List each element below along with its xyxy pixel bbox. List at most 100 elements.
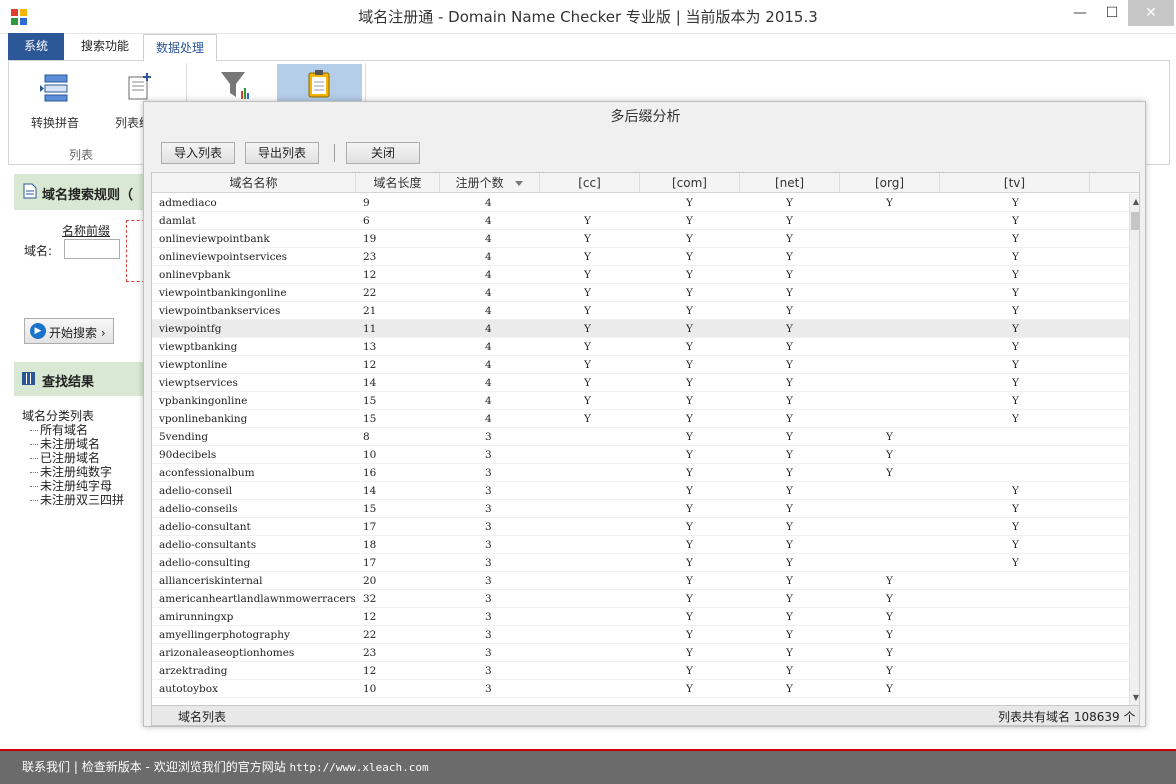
table-row[interactable]: americanheartlandlawnmowerracers 32 3 Y Y Y bbox=[152, 590, 1129, 608]
domain-input[interactable] bbox=[64, 239, 120, 259]
scroll-up-icon[interactable]: ▲ bbox=[1130, 196, 1139, 208]
cell-org: Y bbox=[886, 593, 893, 605]
table-row[interactable]: viewpointbankservices 21 4 Y Y Y Y bbox=[152, 302, 1129, 320]
close-dialog-button[interactable]: 关闭 bbox=[346, 142, 420, 164]
clipboard-button[interactable] bbox=[277, 64, 362, 102]
tree-item-all-domains[interactable]: 所有域名 bbox=[22, 423, 124, 437]
table-row[interactable]: aconfessionalbum 16 3 Y Y Y bbox=[152, 464, 1129, 482]
table-row[interactable]: adelio-consultant 17 3 Y Y Y bbox=[152, 518, 1129, 536]
cell-com: Y bbox=[686, 683, 693, 695]
scroll-down-icon[interactable]: ▼ bbox=[1130, 692, 1139, 704]
cell-name: amirunningxp bbox=[159, 611, 234, 623]
tree-item-unregistered-pinyin[interactable]: 未注册双三四拼 bbox=[22, 493, 124, 507]
cell-cc: Y bbox=[584, 233, 591, 245]
cell-com: Y bbox=[686, 557, 693, 569]
contact-us-link[interactable]: 联系我们 bbox=[22, 760, 70, 774]
tab-search-functions[interactable]: 搜索功能 bbox=[70, 33, 140, 60]
table-row[interactable]: onlineviewpointbank 19 4 Y Y Y Y bbox=[152, 230, 1129, 248]
table-row[interactable]: vponlinebanking 15 4 Y Y Y Y bbox=[152, 410, 1129, 428]
tree-item-unregistered[interactable]: 未注册域名 bbox=[22, 437, 124, 451]
table-row[interactable]: 5vending 8 3 Y Y Y bbox=[152, 428, 1129, 446]
cell-cc: Y bbox=[584, 395, 591, 407]
column-header-org[interactable]: [org] bbox=[840, 173, 940, 193]
table-row[interactable]: adelio-consulting 17 3 Y Y Y bbox=[152, 554, 1129, 572]
cell-count: 3 bbox=[485, 575, 492, 587]
cell-net: Y bbox=[786, 395, 793, 407]
tree-item-unregistered-numeric[interactable]: 未注册纯数字 bbox=[22, 465, 124, 479]
cell-tv: Y bbox=[1012, 521, 1019, 533]
table-row[interactable]: adelio-consultants 18 3 Y Y Y bbox=[152, 536, 1129, 554]
table-row[interactable]: viewpointbankingonline 22 4 Y Y Y Y bbox=[152, 284, 1129, 302]
table-row[interactable]: arizonaleaseoptionhomes 23 3 Y Y Y bbox=[152, 644, 1129, 662]
cell-name: adelio-consultants bbox=[159, 539, 257, 551]
minimize-button[interactable]: — bbox=[1064, 0, 1096, 26]
maximize-button[interactable]: ☐ bbox=[1096, 0, 1128, 26]
status-bar: 联系我们 | 检查新版本 - 欢迎浏览我们的官方网站 http://www.xl… bbox=[0, 749, 1176, 784]
table-row[interactable]: damlat 6 4 Y Y Y Y bbox=[152, 212, 1129, 230]
cell-net: Y bbox=[786, 251, 793, 263]
table-row[interactable]: viewpointfg 11 4 Y Y Y Y bbox=[152, 320, 1129, 338]
table-row[interactable]: 90decibels 10 3 Y Y Y bbox=[152, 446, 1129, 464]
column-header-cc[interactable]: [cc] bbox=[540, 173, 640, 193]
column-header-com[interactable]: [com] bbox=[640, 173, 740, 193]
cell-net bbox=[786, 698, 796, 705]
cell-tv: Y bbox=[1012, 359, 1019, 371]
column-header-domain-name[interactable]: 域名名称 bbox=[152, 173, 356, 193]
cell-net: Y bbox=[786, 593, 793, 605]
cell-len: 23 bbox=[363, 251, 377, 263]
scroll-thumb[interactable] bbox=[1131, 212, 1139, 230]
tab-system[interactable]: 系统 bbox=[8, 33, 64, 60]
cell-len: 15 bbox=[363, 503, 377, 515]
cell-cc: Y bbox=[584, 359, 591, 371]
list-stats-icon bbox=[128, 73, 151, 100]
table-row[interactable]: adelio-conseils 15 3 Y Y Y bbox=[152, 500, 1129, 518]
table-row[interactable]: amyellingerphotography 22 3 Y Y Y bbox=[152, 626, 1129, 644]
convert-pinyin-button[interactable]: 转换拼音 bbox=[23, 69, 87, 130]
cell-tv bbox=[1012, 608, 1022, 626]
column-header-net[interactable]: [net] bbox=[740, 173, 840, 193]
table-row[interactable]: amirunningxp 12 3 Y Y Y bbox=[152, 608, 1129, 626]
import-list-button[interactable]: 导入列表 bbox=[161, 142, 235, 164]
cell-org bbox=[886, 320, 896, 338]
cell-net: Y bbox=[786, 341, 793, 353]
table-row[interactable]: allianceriskinternal 20 3 Y Y Y bbox=[152, 572, 1129, 590]
document-icon bbox=[23, 183, 37, 199]
check-update-link[interactable]: 检查新版本 bbox=[82, 760, 142, 774]
cell-count: 4 bbox=[485, 341, 492, 353]
window-title: 域名注册通 - Domain Name Checker 专业版 | 当前版本为 … bbox=[358, 8, 818, 26]
table-row[interactable]: admediaco 9 4 Y Y Y Y bbox=[152, 194, 1129, 212]
cell-tv bbox=[1012, 680, 1022, 698]
table-row[interactable]: adelio-conseil 14 3 Y Y Y bbox=[152, 482, 1129, 500]
table-row[interactable]: viewptservices 14 4 Y Y Y Y bbox=[152, 374, 1129, 392]
search-rules-header: 域名搜索规则（ bbox=[14, 174, 154, 210]
tree-root[interactable]: 域名分类列表 bbox=[22, 409, 124, 423]
cell-name: vpbankingonline bbox=[159, 395, 248, 407]
table-row[interactable] bbox=[152, 698, 1129, 705]
vertical-scrollbar[interactable]: ▲ ▼ bbox=[1129, 194, 1139, 705]
website-link[interactable]: http://www.xleach.com bbox=[290, 761, 429, 774]
cell-com: Y bbox=[686, 413, 693, 425]
table-row[interactable]: onlineviewpointservices 23 4 Y Y Y Y bbox=[152, 248, 1129, 266]
table-row[interactable]: viewptbanking 13 4 Y Y Y Y bbox=[152, 338, 1129, 356]
cell-cc bbox=[584, 698, 594, 705]
cell-cc bbox=[584, 608, 594, 626]
cell-org: Y bbox=[886, 467, 893, 479]
table-row[interactable]: arzektrading 12 3 Y Y Y bbox=[152, 662, 1129, 680]
table-row[interactable]: autotoybox 10 3 Y Y Y bbox=[152, 680, 1129, 698]
filter-button[interactable] bbox=[205, 63, 267, 103]
cell-cc: Y bbox=[584, 269, 591, 281]
column-header-domain-length[interactable]: 域名长度 bbox=[356, 173, 440, 193]
close-window-button[interactable]: ✕ bbox=[1128, 0, 1174, 26]
tab-data-processing[interactable]: 数据处理 bbox=[143, 34, 217, 61]
table-row[interactable]: viewptonline 12 4 Y Y Y Y bbox=[152, 356, 1129, 374]
table-row[interactable]: onlinevpbank 12 4 Y Y Y Y bbox=[152, 266, 1129, 284]
cell-org: Y bbox=[886, 197, 893, 209]
column-header-registered-count[interactable]: 注册个数 bbox=[440, 173, 540, 193]
cell-tv: Y bbox=[1012, 395, 1019, 407]
tree-item-registered[interactable]: 已注册域名 bbox=[22, 451, 124, 465]
column-header-tv[interactable]: [tv] bbox=[940, 173, 1090, 193]
table-row[interactable]: vpbankingonline 15 4 Y Y Y Y bbox=[152, 392, 1129, 410]
start-search-button[interactable]: ▶ 开始搜索 › bbox=[24, 318, 114, 344]
tree-item-unregistered-alpha[interactable]: 未注册纯字母 bbox=[22, 479, 124, 493]
export-list-button[interactable]: 导出列表 bbox=[245, 142, 319, 164]
